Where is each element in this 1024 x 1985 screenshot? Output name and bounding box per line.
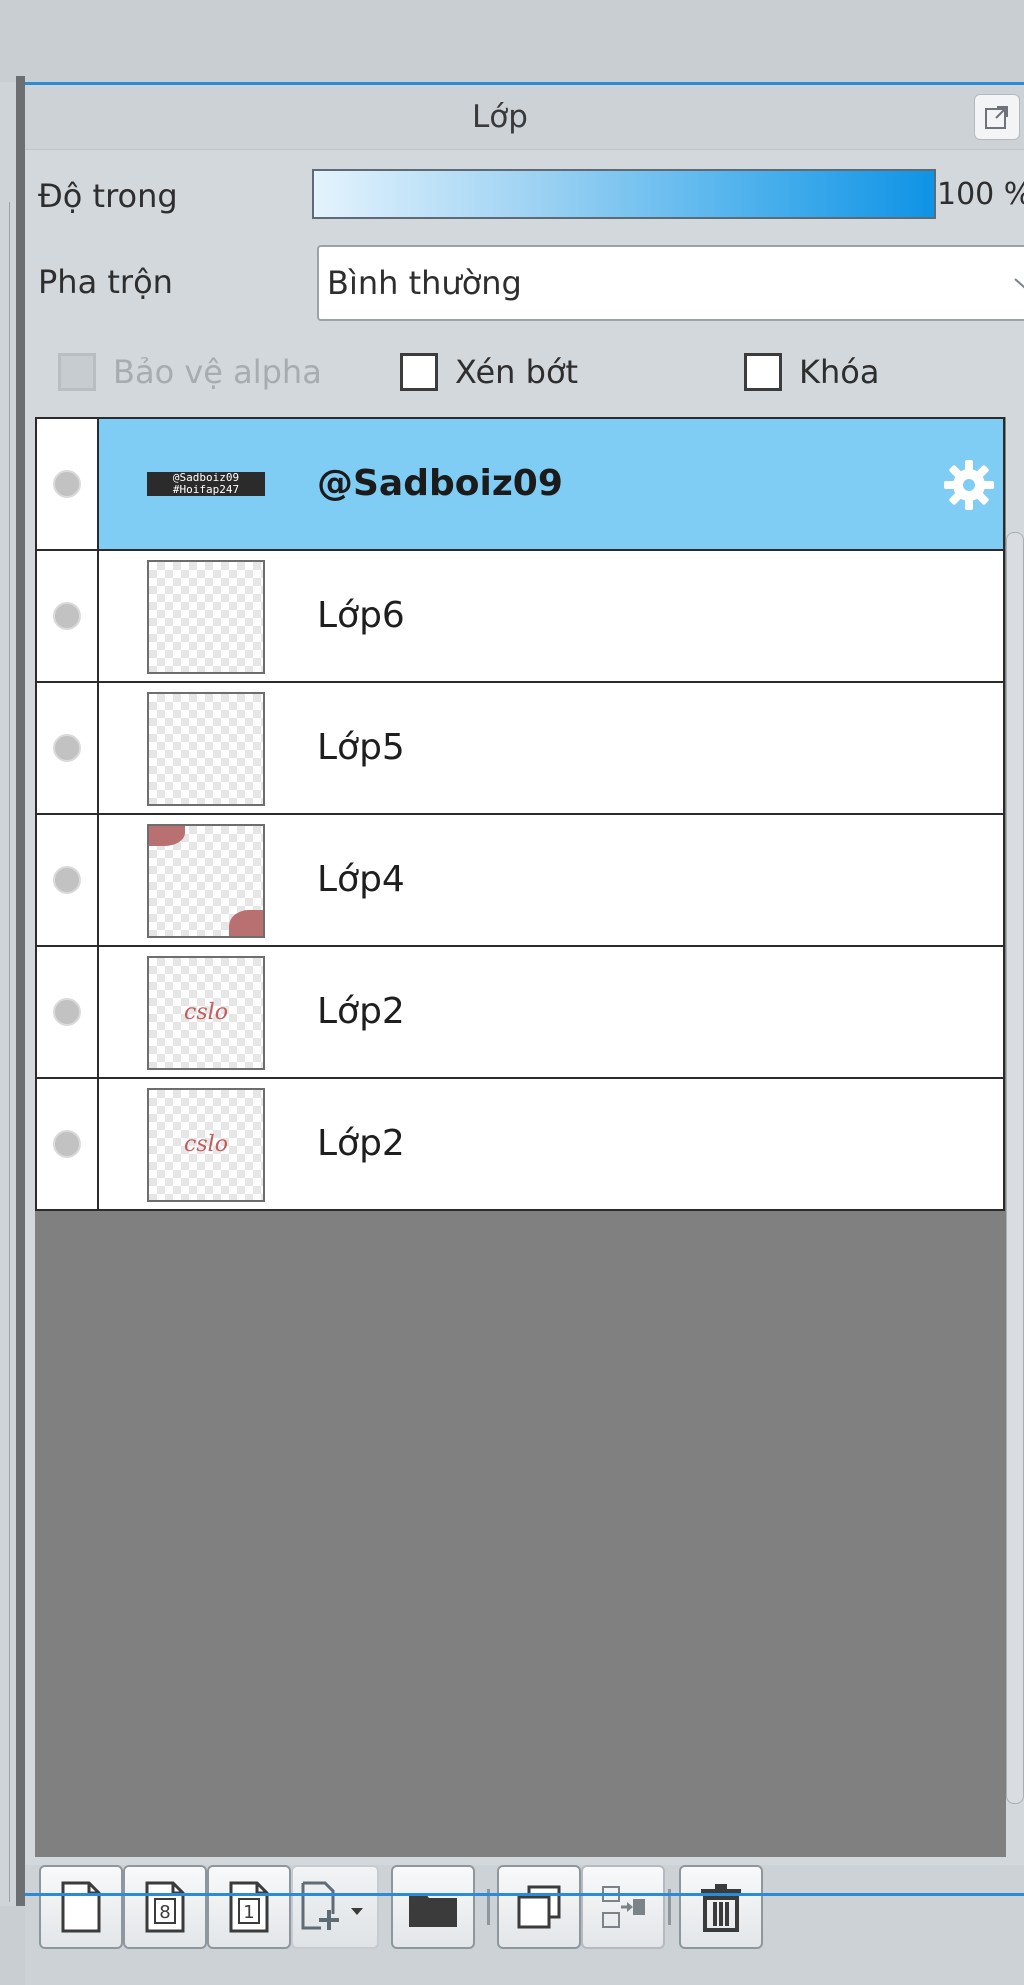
protect-alpha-checkbox[interactable]: Bảo vệ alpha: [58, 353, 322, 391]
thumbnail-text: @Sadboiz09 #Hoifap247: [147, 472, 265, 496]
layer-row[interactable]: cslo Lớp2: [37, 947, 1003, 1079]
visibility-cell[interactable]: [37, 815, 99, 945]
folder-icon: [409, 1893, 457, 1927]
clipping-box[interactable]: [400, 353, 438, 391]
thumbnail-shape: [149, 826, 185, 846]
lock-label: Khóa: [799, 353, 880, 391]
layer-thumbnail: cslo: [147, 1088, 265, 1202]
merge-down-icon: [602, 1886, 645, 1928]
blend-mode-value: Bình thường: [327, 264, 522, 302]
visibility-toggle-icon[interactable]: [53, 602, 81, 630]
layer-name[interactable]: Lớp4: [317, 815, 405, 945]
visibility-cell[interactable]: [37, 947, 99, 1077]
chevron-down-icon: [1014, 278, 1024, 289]
layer-row[interactable]: Lớp6: [37, 551, 1003, 683]
badge-8: 8: [159, 1902, 170, 1923]
blend-mode-label: Pha trộn: [38, 263, 173, 301]
visibility-cell[interactable]: [37, 551, 99, 681]
layer-toolbar: 8 1: [25, 1865, 1024, 1985]
new-1bit-layer-button[interactable]: 1: [207, 1865, 291, 1949]
layer-panel: Lớp Độ trong 100 % Pha trộn Bình thường …: [25, 85, 1024, 1985]
layer-thumbnail: @Sadboiz09 #Hoifap247: [147, 428, 265, 542]
layer-thumbnail: [147, 824, 265, 938]
clipping-label: Xén bớt: [455, 353, 579, 391]
layer-row[interactable]: cslo Lớp2: [37, 1079, 1003, 1211]
trash-icon: [701, 1884, 741, 1932]
layer-thumbnail: [147, 692, 265, 806]
new-8bit-layer-button[interactable]: 8: [123, 1865, 207, 1949]
new-layer-icon: [61, 1881, 101, 1933]
top-area: [0, 0, 1024, 82]
lock-checkbox[interactable]: Khóa: [744, 353, 879, 391]
panel-title-bar: Lớp: [25, 85, 1024, 150]
layer-name[interactable]: Lớp5: [317, 683, 405, 813]
duplicate-layer-button[interactable]: [497, 1865, 581, 1949]
new-folder-button[interactable]: [391, 1865, 475, 1949]
layer-thumbnail: [147, 560, 265, 674]
gear-icon[interactable]: [941, 457, 997, 513]
panel-splitter[interactable]: [16, 76, 25, 1906]
visibility-toggle-icon[interactable]: [53, 734, 81, 762]
thumbnail-text: cslo: [184, 1000, 228, 1025]
panel-title: Lớp: [472, 99, 528, 135]
blend-mode-select[interactable]: Bình thường: [317, 245, 1024, 321]
thumbnail-shape: [229, 910, 263, 936]
add-layer-menu-button[interactable]: [291, 1865, 379, 1949]
visibility-toggle-icon[interactable]: [53, 998, 81, 1026]
badge-1: 1: [243, 1902, 254, 1923]
protect-alpha-box[interactable]: [58, 353, 96, 391]
layer-name[interactable]: Lớp6: [317, 551, 405, 681]
visibility-cell[interactable]: [37, 1079, 99, 1209]
opacity-value: 100 %: [937, 177, 1024, 212]
layer-list-area: @Sadboiz09 #Hoifap247 @Sadboiz09 Lớp6 Lớ…: [35, 417, 1006, 1857]
left-panel-edge: [0, 82, 16, 1906]
layer-row[interactable]: Lớp5: [37, 683, 1003, 815]
new-8bit-layer-icon: 8: [145, 1881, 185, 1933]
undock-icon: [985, 106, 1008, 129]
visibility-toggle-icon[interactable]: [53, 1130, 81, 1158]
duplicate-layer-icon: [517, 1885, 561, 1929]
panel-bottom-accent: [25, 1893, 1024, 1896]
undock-button[interactable]: [974, 94, 1020, 140]
delete-layer-button[interactable]: [679, 1865, 763, 1949]
visibility-cell[interactable]: [37, 683, 99, 813]
left-panel-border: [3, 202, 10, 1902]
layer-row[interactable]: @Sadboiz09 #Hoifap247 @Sadboiz09: [37, 419, 1003, 551]
visibility-toggle-icon[interactable]: [53, 470, 81, 498]
scrollbar-thumb[interactable]: [1006, 532, 1024, 1804]
lock-box[interactable]: [744, 353, 782, 391]
layer-name[interactable]: Lớp2: [317, 1079, 405, 1209]
add-layer-menu-icon: [301, 1881, 363, 1930]
visibility-toggle-icon[interactable]: [53, 866, 81, 894]
new-1bit-layer-icon: 1: [229, 1881, 269, 1933]
layer-name[interactable]: Lớp2: [317, 947, 405, 1077]
visibility-cell[interactable]: [37, 419, 99, 549]
opacity-label: Độ trong: [38, 177, 178, 215]
layer-thumbnail: cslo: [147, 956, 265, 1070]
thumbnail-text: cslo: [184, 1132, 228, 1157]
protect-alpha-label: Bảo vệ alpha: [113, 353, 322, 391]
layer-list: @Sadboiz09 #Hoifap247 @Sadboiz09 Lớp6 Lớ…: [35, 417, 1005, 1211]
layer-row[interactable]: Lớp4: [37, 815, 1003, 947]
clipping-checkbox[interactable]: Xén bớt: [400, 353, 578, 391]
thumbnail-text-line: #Hoifap247: [172, 483, 240, 496]
layer-list-scrollbar[interactable]: [1006, 452, 1024, 1812]
opacity-slider[interactable]: [312, 169, 936, 219]
layer-name[interactable]: @Sadboiz09: [317, 419, 563, 549]
new-raster-layer-button[interactable]: [39, 1865, 123, 1949]
merge-down-button[interactable]: [581, 1865, 665, 1949]
